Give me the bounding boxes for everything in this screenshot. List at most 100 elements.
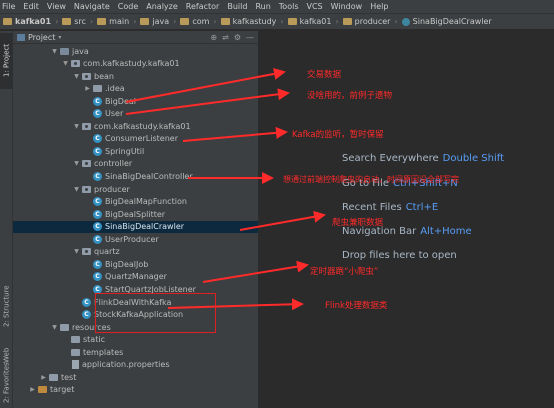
tree-row[interactable]: application.properties xyxy=(13,359,258,371)
gear-icon[interactable]: ⚙ xyxy=(234,33,241,42)
menu-bar: File Edit View Navigate Code Analyze Ref… xyxy=(0,0,554,13)
tree-row[interactable]: ▼ quartz xyxy=(13,246,258,258)
tree-row[interactable]: ▼ bean xyxy=(13,70,258,82)
tool-window-strip: 1: Project 2: Structure Web 2: Favorites xyxy=(0,31,13,408)
tree-row-label: QuartzManager xyxy=(105,272,167,282)
expand-arrow-icon[interactable]: ▼ xyxy=(73,73,80,80)
tree-row-label: controller xyxy=(94,159,133,169)
menu-navigate[interactable]: Navigate xyxy=(74,0,110,13)
expand-arrow-icon[interactable]: ▼ xyxy=(73,186,80,193)
tab-structure[interactable]: 2: Structure xyxy=(0,277,13,335)
collapse-arrow-icon[interactable]: ▶ xyxy=(84,85,91,92)
tree-row[interactable]: C ConsumerListener xyxy=(13,133,258,145)
project-icon xyxy=(17,33,25,41)
tree-row-label: static xyxy=(83,335,105,345)
package-icon xyxy=(82,72,91,80)
chevron-right-icon: › xyxy=(280,17,284,26)
menu-edit[interactable]: Edit xyxy=(23,0,39,13)
breadcrumb-item-kafka01[interactable]: kafka01 xyxy=(3,17,51,26)
chevron-down-icon[interactable]: ▾ xyxy=(58,34,61,41)
breadcrumb: kafka01 › src › main › java › com › kafk… xyxy=(0,13,554,30)
tree-row[interactable]: C SinaBigDealCrawler xyxy=(13,220,258,233)
folder-icon xyxy=(62,18,72,25)
tree-row[interactable]: C BigDealMapFunction xyxy=(13,196,258,208)
tree-row[interactable]: C QuartzManager xyxy=(13,271,258,283)
menu-window[interactable]: Window xyxy=(331,0,363,13)
annotation-trade-data: 交易数据 xyxy=(307,70,342,80)
tree-row[interactable]: ▼ java xyxy=(13,45,258,57)
expand-arrow-icon[interactable]: ▼ xyxy=(51,48,58,55)
menu-analyze[interactable]: Analyze xyxy=(146,0,178,13)
tree-row[interactable]: C BigDealJob xyxy=(13,258,258,270)
tree-row[interactable]: C UserProducer xyxy=(13,233,258,245)
expand-arrow-icon[interactable]: ▼ xyxy=(51,324,58,331)
breadcrumb-item-com[interactable]: com xyxy=(180,17,209,26)
tree-row[interactable]: C BigDeal xyxy=(13,95,258,107)
folder-icon xyxy=(97,18,107,25)
class-icon: C xyxy=(82,310,91,320)
menu-run[interactable]: Run xyxy=(255,0,270,13)
tab-project[interactable]: 1: Project xyxy=(0,33,13,89)
tree-row[interactable]: ▼ com.kafkastudy.kafka01 xyxy=(13,58,258,70)
tree-row-label: .idea xyxy=(105,84,125,94)
project-panel: Project ▾ ⊕ ⇌ ⚙ — ▼ java ▼ com.kafkastudy.k… xyxy=(13,31,259,408)
class-icon: C xyxy=(93,259,102,269)
tree-row[interactable]: templates xyxy=(13,346,258,358)
tree-row[interactable]: C BigDealSplitter xyxy=(13,208,258,220)
expand-arrow-icon[interactable]: ▼ xyxy=(73,248,80,255)
locate-icon[interactable]: ⊕ xyxy=(210,33,217,42)
menu-tools[interactable]: Tools xyxy=(279,0,299,13)
breadcrumb-item-class[interactable]: SinaBigDealCrawler xyxy=(401,17,492,26)
menu-file[interactable]: File xyxy=(2,0,15,13)
file-icon xyxy=(72,360,79,370)
menu-build[interactable]: Build xyxy=(227,0,247,13)
tab-favorites[interactable]: 2: Favorites xyxy=(0,359,13,407)
annotation-quartz: 定时器跑“小爬虫” xyxy=(310,267,379,277)
class-icon: C xyxy=(93,222,102,232)
tree-row[interactable]: ▶ target xyxy=(13,384,258,396)
class-icon: C xyxy=(93,109,102,119)
tree-row-label: application.properties xyxy=(82,360,170,370)
folder-icon xyxy=(71,348,80,356)
tree-row[interactable]: ▶ test xyxy=(13,371,258,383)
breadcrumb-item-src[interactable]: src xyxy=(62,17,86,26)
tree-row[interactable]: ▶ .idea xyxy=(13,83,258,95)
editor-area[interactable]: Search Everywhere Double Shift Go to File… xyxy=(260,31,554,408)
tree-row[interactable]: ▼ com.kafkastudy.kafka01 xyxy=(13,120,258,132)
menu-code[interactable]: Code xyxy=(118,0,138,13)
highlight-box-quartz xyxy=(95,293,216,333)
hint-search-everywhere: Search Everywhere Double Shift xyxy=(342,153,505,164)
class-icon: C xyxy=(93,234,102,244)
tree-row[interactable]: C User xyxy=(13,108,258,120)
collapse-icon[interactable]: ⇌ xyxy=(222,33,229,42)
tree-row-label: SpringUtil xyxy=(105,146,145,156)
menu-vcs[interactable]: VCS xyxy=(307,0,323,13)
breadcrumb-item-main[interactable]: main xyxy=(97,17,129,26)
tree-row[interactable]: C SinaBigDealController xyxy=(13,171,258,183)
project-panel-title[interactable]: Project xyxy=(28,33,55,42)
folder-icon xyxy=(3,18,12,25)
tree-row[interactable]: C SpringUtil xyxy=(13,145,258,157)
tree-row-label: BigDealMapFunction xyxy=(105,197,187,207)
breadcrumb-item-kafka01-pkg[interactable]: kafka01 xyxy=(287,17,331,26)
expand-arrow-icon[interactable]: ▼ xyxy=(62,60,69,67)
menu-view[interactable]: View xyxy=(47,0,66,13)
collapse-arrow-icon[interactable]: ▶ xyxy=(40,374,47,381)
folder-icon xyxy=(140,18,150,25)
tree-row-label: test xyxy=(61,372,77,382)
menu-help[interactable]: Help xyxy=(370,0,388,13)
tree-row[interactable]: ▼ producer xyxy=(13,183,258,195)
tree-row[interactable]: static xyxy=(13,334,258,346)
folder-icon xyxy=(38,386,47,394)
folder-icon xyxy=(220,18,230,25)
hide-icon[interactable]: — xyxy=(246,33,254,42)
expand-arrow-icon[interactable]: ▼ xyxy=(73,123,80,130)
tree-row[interactable]: ▼ controller xyxy=(13,158,258,170)
breadcrumb-item-kafkastudy[interactable]: kafkastudy xyxy=(220,17,276,26)
breadcrumb-item-producer[interactable]: producer xyxy=(342,17,390,26)
menu-refactor[interactable]: Refactor xyxy=(186,0,220,13)
expand-arrow-icon[interactable]: ▼ xyxy=(73,160,80,167)
collapse-arrow-icon[interactable]: ▶ xyxy=(29,386,36,393)
class-icon: C xyxy=(93,209,102,219)
breadcrumb-item-java[interactable]: java xyxy=(140,17,169,26)
